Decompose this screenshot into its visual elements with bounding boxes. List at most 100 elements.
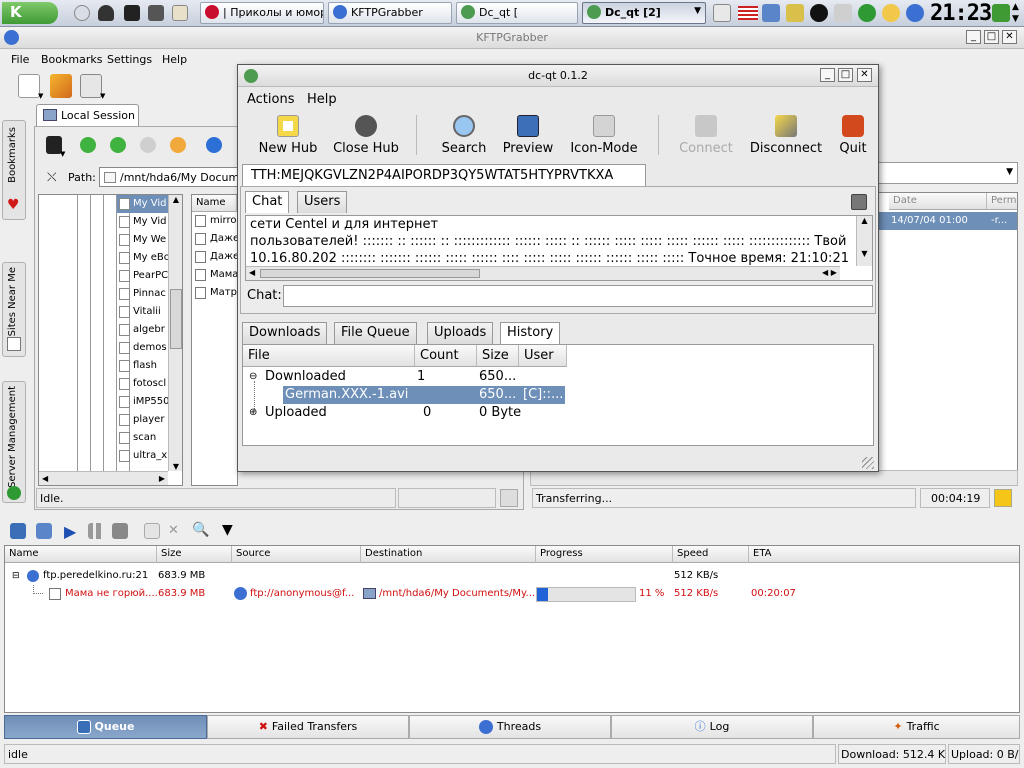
tree-item[interactable]: Vitalii (117, 303, 169, 321)
scroll-down-icon[interactable]: ▼ (169, 462, 182, 471)
tree-item[interactable]: My Vid (117, 195, 169, 213)
quit-button[interactable]: Quit (828, 115, 878, 156)
volume-icon[interactable] (834, 4, 852, 22)
new-hub-button[interactable]: New Hub (252, 115, 324, 156)
menu-help[interactable]: Help (162, 53, 187, 66)
side-tab-bookmarks[interactable]: Bookmarks ♥ (2, 120, 26, 220)
close-tab-icon[interactable] (851, 194, 867, 210)
tree-item[interactable]: ultra_x (117, 447, 169, 465)
tab-local-session[interactable]: Local Session (36, 104, 139, 126)
remote-header-date[interactable]: Date (889, 193, 987, 210)
file-item[interactable]: Мама (192, 266, 237, 284)
connect-button[interactable]: Connect (670, 115, 742, 156)
path-input[interactable]: /mnt/hda6/My Documen (99, 167, 239, 187)
desktop-icon[interactable] (74, 5, 90, 21)
file-item[interactable]: Матр (192, 284, 237, 302)
resize-grip-icon[interactable] (862, 457, 874, 469)
clock[interactable]: 21:23 (930, 1, 992, 26)
collapse-icon[interactable]: ⊟ (12, 567, 20, 585)
taskbar-arrow-up-icon[interactable]: ▲ (1012, 2, 1019, 12)
konqueror-icon[interactable] (148, 5, 164, 21)
queue-header-size[interactable]: Size (157, 546, 232, 563)
remote-row[interactable]: 14/07/04 01:00 -r... (879, 212, 1017, 230)
remove-icon[interactable]: ✕ (168, 523, 179, 538)
clover-icon[interactable] (858, 4, 876, 22)
tree-horizontal-scrollbar[interactable]: ◀ ▶ (39, 471, 168, 485)
new-document-icon[interactable] (18, 74, 40, 98)
us-flag-icon[interactable] (738, 6, 758, 20)
tree-vertical-scrollbar[interactable]: ▲ ▼ (168, 195, 182, 471)
queue-edit-icon[interactable] (36, 523, 52, 539)
queue-header-source[interactable]: Source (232, 546, 361, 563)
close-hub-button[interactable]: Close Hub (330, 115, 402, 156)
disconnect-button[interactable]: Disconnect (746, 115, 826, 156)
dcqt-maximize-button[interactable]: □ (838, 68, 853, 82)
file-header-name[interactable]: Name (192, 195, 237, 212)
icon-mode-button[interactable]: Icon-Mode (568, 115, 640, 156)
taskbar-item-kftpgrabber[interactable]: KFTPGrabber (328, 2, 452, 24)
chat-vertical-scrollbar[interactable]: ▲ ▼ (856, 216, 872, 266)
remote-header-perm[interactable]: Perm (987, 193, 1017, 210)
dcqt-close-button[interactable]: ✕ (857, 68, 872, 82)
tree-item[interactable]: fotoscl (117, 375, 169, 393)
chat-input[interactable] (283, 285, 873, 307)
queue-header-eta[interactable]: ETA (749, 546, 1019, 563)
stop-icon[interactable] (112, 523, 128, 539)
scroll-thumb[interactable] (170, 289, 182, 349)
menu-settings[interactable]: Settings (107, 53, 152, 66)
file-item[interactable]: Даже (192, 230, 237, 248)
view-list-icon[interactable] (80, 74, 102, 98)
history-header-count[interactable]: Count (415, 345, 477, 367)
kde-tray-icon[interactable] (992, 4, 1010, 22)
tab-file-queue[interactable]: File Queue (334, 322, 417, 344)
maximize-button[interactable]: □ (984, 30, 999, 44)
klipper-icon[interactable] (713, 4, 731, 22)
tab-tth-hub[interactable]: TTH:MEJQKGVLZN2P4AIPORDP3QY5WTAT5HTYPRVT… (242, 164, 646, 186)
close-button[interactable]: ✕ (1002, 30, 1017, 44)
tab-history[interactable]: History (500, 322, 561, 344)
start-transfer-icon[interactable]: ▶ (64, 522, 76, 541)
dcqt-minimize-button[interactable]: _ (820, 68, 835, 82)
tree-item[interactable]: player (117, 411, 169, 429)
reload-icon[interactable] (170, 137, 186, 153)
history-header-file[interactable]: File (243, 345, 415, 367)
bomb-icon[interactable] (810, 4, 828, 22)
tab-threads[interactable]: Threads (409, 715, 611, 739)
tab-log[interactable]: ⓘ Log (611, 715, 813, 739)
dropdown-arrow-icon[interactable]: ▼ (38, 92, 43, 100)
tab-chat[interactable]: Chat (245, 191, 290, 213)
history-row-file[interactable]: German.XXX.-1.avi 650... [C]::... (283, 386, 565, 404)
side-tab-server-management[interactable]: Server Management (2, 381, 26, 503)
taskbar-item-opera[interactable]: | Приколы и юмор (200, 2, 324, 24)
history-row-uploaded[interactable]: ⊕ Uploaded 0 0 Byte (243, 404, 643, 422)
pause-icon[interactable] (88, 523, 104, 539)
taskbar-arrow-down-icon[interactable]: ▼ (1012, 14, 1019, 24)
filter-icon[interactable]: ▼ (222, 522, 233, 538)
back-icon[interactable] (80, 137, 96, 153)
tab-uploads[interactable]: Uploads (427, 322, 494, 344)
globe-tray-icon[interactable] (906, 4, 924, 22)
tree-item[interactable]: My Vid (117, 213, 169, 231)
home-dir-icon[interactable] (206, 137, 222, 153)
battery-icon[interactable] (786, 4, 804, 22)
quick-connect-icon[interactable] (50, 74, 72, 98)
chat-horizontal-scrollbar[interactable]: ◀ ◀ ▶ (246, 266, 840, 280)
tree-item[interactable]: flash (117, 357, 169, 375)
tree-item[interactable]: algebr (117, 321, 169, 339)
tree-item[interactable]: My We (117, 231, 169, 249)
tux-icon[interactable] (98, 5, 114, 21)
queue-file-row[interactable]: Мама не горюй.... 683.9 MB ftp://anonymo… (5, 585, 1019, 603)
remote-combo[interactable]: ▼ (878, 162, 1018, 184)
tab-downloads[interactable]: Downloads (242, 322, 328, 344)
kopete-icon[interactable] (882, 4, 900, 22)
side-tab-sites-near-me[interactable]: Sites Near Me (2, 262, 26, 357)
tree-item[interactable]: scan (117, 429, 169, 447)
dcqt-titlebar[interactable]: dc-qt 0.1.2 _ □ ✕ (238, 65, 878, 87)
search-button[interactable]: Search (428, 115, 500, 156)
k-menu-button[interactable]: K (2, 2, 58, 24)
clear-icon[interactable] (144, 523, 160, 539)
terminal-icon[interactable] (124, 5, 140, 21)
queue-site-row[interactable]: ⊟ ftp.peredelkino.ru:21 683.9 MB 512 KB/… (5, 567, 1019, 585)
forward-icon[interactable] (110, 137, 126, 153)
dropdown-arrow-icon[interactable]: ▼ (60, 150, 65, 158)
